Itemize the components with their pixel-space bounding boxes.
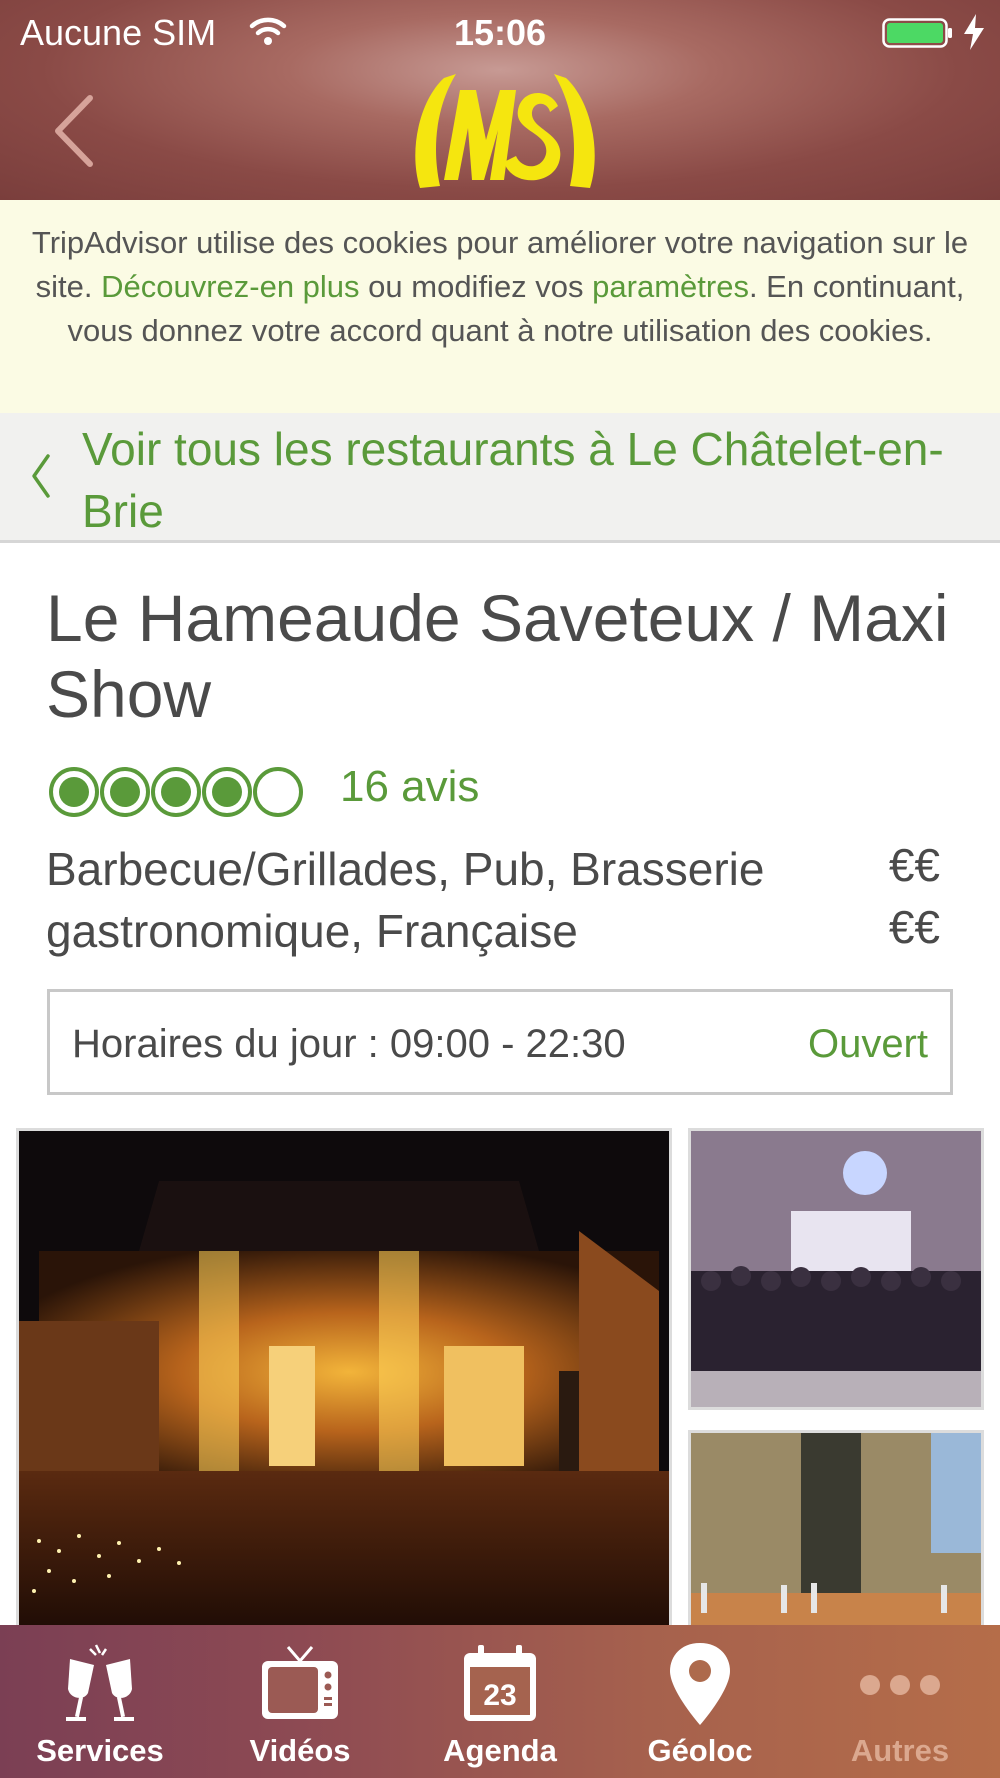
tab-label: Vidéos	[249, 1733, 351, 1768]
cookie-banner: TripAdvisor utilise des cookies pour amé…	[0, 200, 1000, 413]
tab-services[interactable]: Services	[0, 1625, 200, 1778]
tab-label: Géoloc	[647, 1733, 753, 1768]
settings-link[interactable]: paramètres	[592, 269, 749, 304]
page-title: Le Hameaude Saveteux / Maxi Show	[46, 581, 949, 731]
cuisine-list: Barbecue/Grillades, Pub, Brasserie gastr…	[46, 843, 765, 957]
price-range: €€	[888, 839, 940, 891]
tab-geoloc[interactable]: Géoloc	[600, 1625, 800, 1778]
hours-label: Horaires du jour : 09:00 - 22:30	[72, 1022, 626, 1066]
toast-glasses-icon	[66, 1644, 134, 1721]
location-pin-icon	[670, 1643, 730, 1725]
tab-label: Autres	[850, 1733, 950, 1768]
app-logo[interactable]	[400, 70, 610, 194]
status-bar: Aucune SIM 15:06	[0, 0, 1000, 62]
tab-bar: Services Vidéos 23 Agenda Géoloc Autres	[0, 1625, 1000, 1778]
battery-icon	[882, 18, 952, 48]
tab-videos[interactable]: Vidéos	[200, 1625, 400, 1778]
main-photo[interactable]	[16, 1128, 672, 1628]
tab-autres[interactable]: Autres	[800, 1625, 1000, 1778]
gallery-photo[interactable]	[688, 1430, 984, 1630]
rating-bubbles	[49, 767, 303, 817]
tab-label: Agenda	[443, 1733, 557, 1768]
reviews-link[interactable]: 16 avis	[340, 762, 479, 812]
breadcrumb-chevron-icon	[32, 454, 50, 498]
calendar-icon: 23	[464, 1645, 536, 1721]
learn-more-link[interactable]: Découvrez-en plus	[101, 269, 359, 304]
breadcrumb-link[interactable]: Voir tous les restaurants à Le Châtelet-…	[82, 418, 962, 542]
top-bar: Aucune SIM 15:06	[0, 0, 1000, 200]
gallery-photo[interactable]	[688, 1128, 984, 1410]
tab-label: Services	[36, 1733, 164, 1768]
clock: 15:06	[453, 12, 547, 53]
tab-agenda[interactable]: 23 Agenda	[400, 1625, 600, 1778]
cookie-text-2: ou modifiez vos	[359, 269, 593, 304]
back-chevron-icon[interactable]	[48, 92, 104, 170]
main-photo-image	[19, 1131, 669, 1625]
gallery-photo-image	[691, 1433, 981, 1627]
more-dots-icon	[860, 1675, 940, 1695]
price-range: €€	[888, 901, 940, 953]
charging-icon	[964, 14, 984, 50]
tv-icon	[262, 1646, 338, 1719]
calendar-day: 23	[483, 1679, 516, 1712]
gallery-photo-image	[691, 1131, 981, 1407]
opening-hours-box[interactable]: Horaires du jour : 09:00 - 22:30 Ouvert	[47, 989, 953, 1095]
open-status: Ouvert	[807, 1022, 928, 1066]
